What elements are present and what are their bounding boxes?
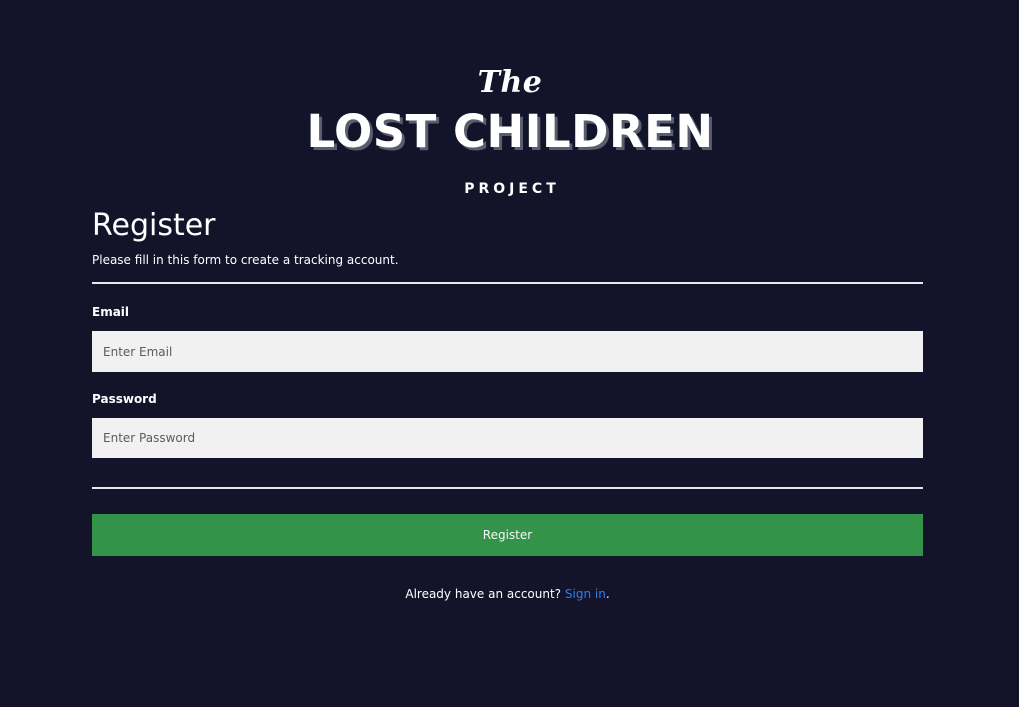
email-label: Email (92, 305, 130, 319)
password-field[interactable] (92, 418, 923, 458)
email-field[interactable] (92, 331, 923, 372)
signin-prompt: Already have an account? Sign in. (92, 586, 923, 602)
register-page: The LOST CHILDREN PROJECT Register Pleas… (0, 0, 1019, 707)
register-button[interactable]: Register (92, 514, 923, 556)
password-label: Password (92, 392, 157, 406)
page-title: Register (92, 208, 216, 243)
bottom-divider (92, 487, 923, 489)
signin-suffix: . (605, 587, 610, 601)
top-divider (92, 282, 923, 284)
logo-sub-text: PROJECT (464, 181, 560, 197)
signin-link[interactable]: Sign in (565, 587, 606, 601)
register-form: Register Please fill in this form to cre… (92, 208, 923, 602)
signin-prompt-text: Already have an account? (405, 587, 565, 601)
logo-the-text: The (477, 65, 543, 100)
lost-children-project-logo: The LOST CHILDREN PROJECT (290, 65, 730, 198)
logo-main-text: LOST CHILDREN (306, 105, 714, 158)
form-description: Please fill in this form to create a tra… (92, 253, 399, 267)
